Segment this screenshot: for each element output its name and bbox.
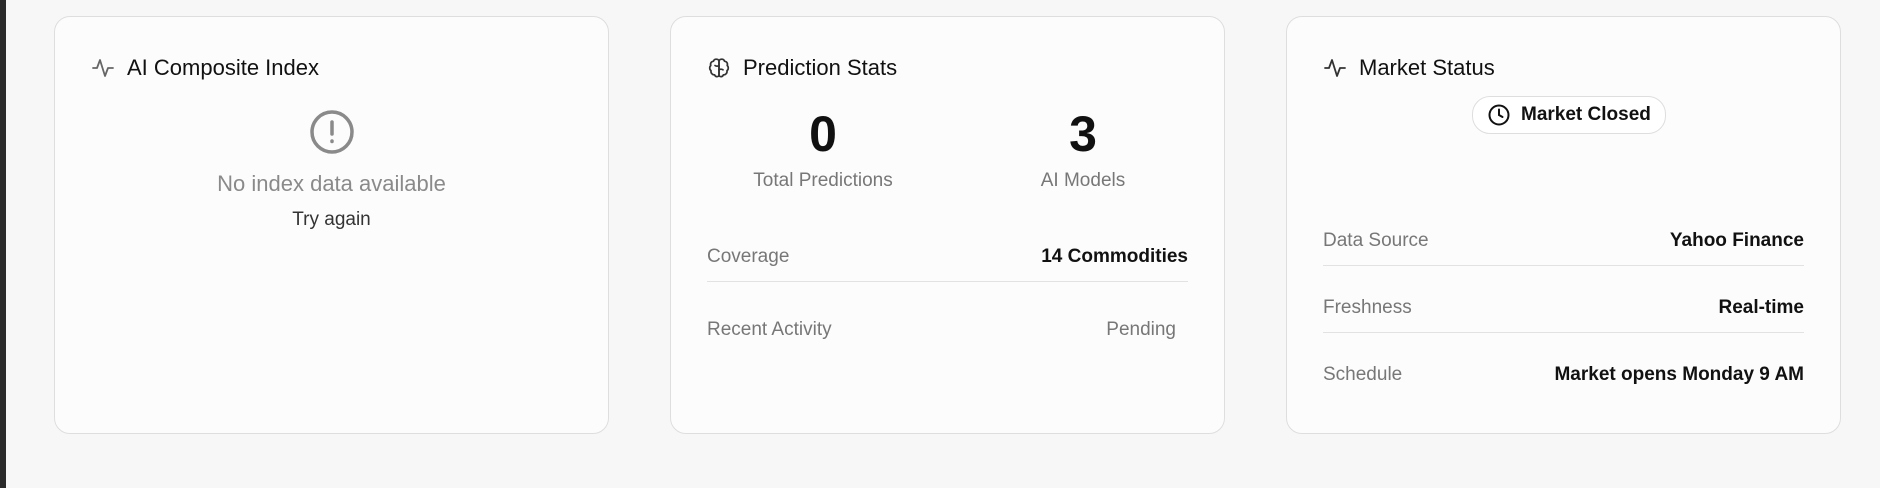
divider [1323,332,1804,333]
card-header: AI Composite Index [91,55,319,81]
stat-total-predictions: 0 Total Predictions [703,107,943,192]
activity-icon [1323,56,1347,80]
row-freshness: Freshness Real-time [1323,297,1804,319]
stat-value: 3 [1069,106,1097,162]
empty-message: No index data available [217,171,446,196]
row-value: Real-time [1718,297,1804,318]
clock-icon [1487,103,1511,127]
market-closed-badge: Market Closed [1472,96,1666,134]
stat-label: AI Models [1040,170,1126,191]
card-title: AI Composite Index [127,55,319,80]
row-label: Schedule [1323,364,1403,385]
card-header: Market Status [1323,55,1495,81]
brain-icon [707,56,731,80]
prediction-stats-card: Prediction Stats 0 Total Predictions 3 A… [670,16,1225,434]
market-status-card: Market Status Market Closed Data Source … [1286,16,1841,434]
row-value: 14 Commodities [1041,246,1188,267]
card-header: Prediction Stats [707,55,897,81]
window-left-edge [0,0,6,488]
badge-label: Market Closed [1521,104,1651,125]
alert-circle-icon [309,109,355,155]
try-again-button[interactable]: Try again [292,209,371,231]
row-recent-activity: Recent Activity Pending [707,319,1176,341]
empty-state: No index data available Try again [55,109,608,231]
stat-ai-models: 3 AI Models [963,107,1203,192]
divider [1323,265,1804,266]
row-label: Coverage [707,246,790,267]
divider [707,281,1188,282]
row-value: Market opens Monday 9 AM [1554,364,1804,385]
row-coverage: Coverage 14 Commodities [707,246,1188,268]
card-title: Prediction Stats [743,55,898,80]
row-data-source: Data Source Yahoo Finance [1323,230,1804,252]
ai-composite-index-card: AI Composite Index No index data availab… [54,16,609,434]
activity-icon [91,56,115,80]
stat-value: 0 [809,106,837,162]
row-label: Freshness [1323,297,1412,318]
row-value: Pending [1106,319,1176,340]
stat-label: Total Predictions [753,170,893,191]
card-title: Market Status [1359,55,1495,80]
row-label: Data Source [1323,230,1429,251]
row-value: Yahoo Finance [1669,230,1804,251]
row-label: Recent Activity [707,319,832,340]
row-schedule: Schedule Market opens Monday 9 AM [1323,364,1804,386]
